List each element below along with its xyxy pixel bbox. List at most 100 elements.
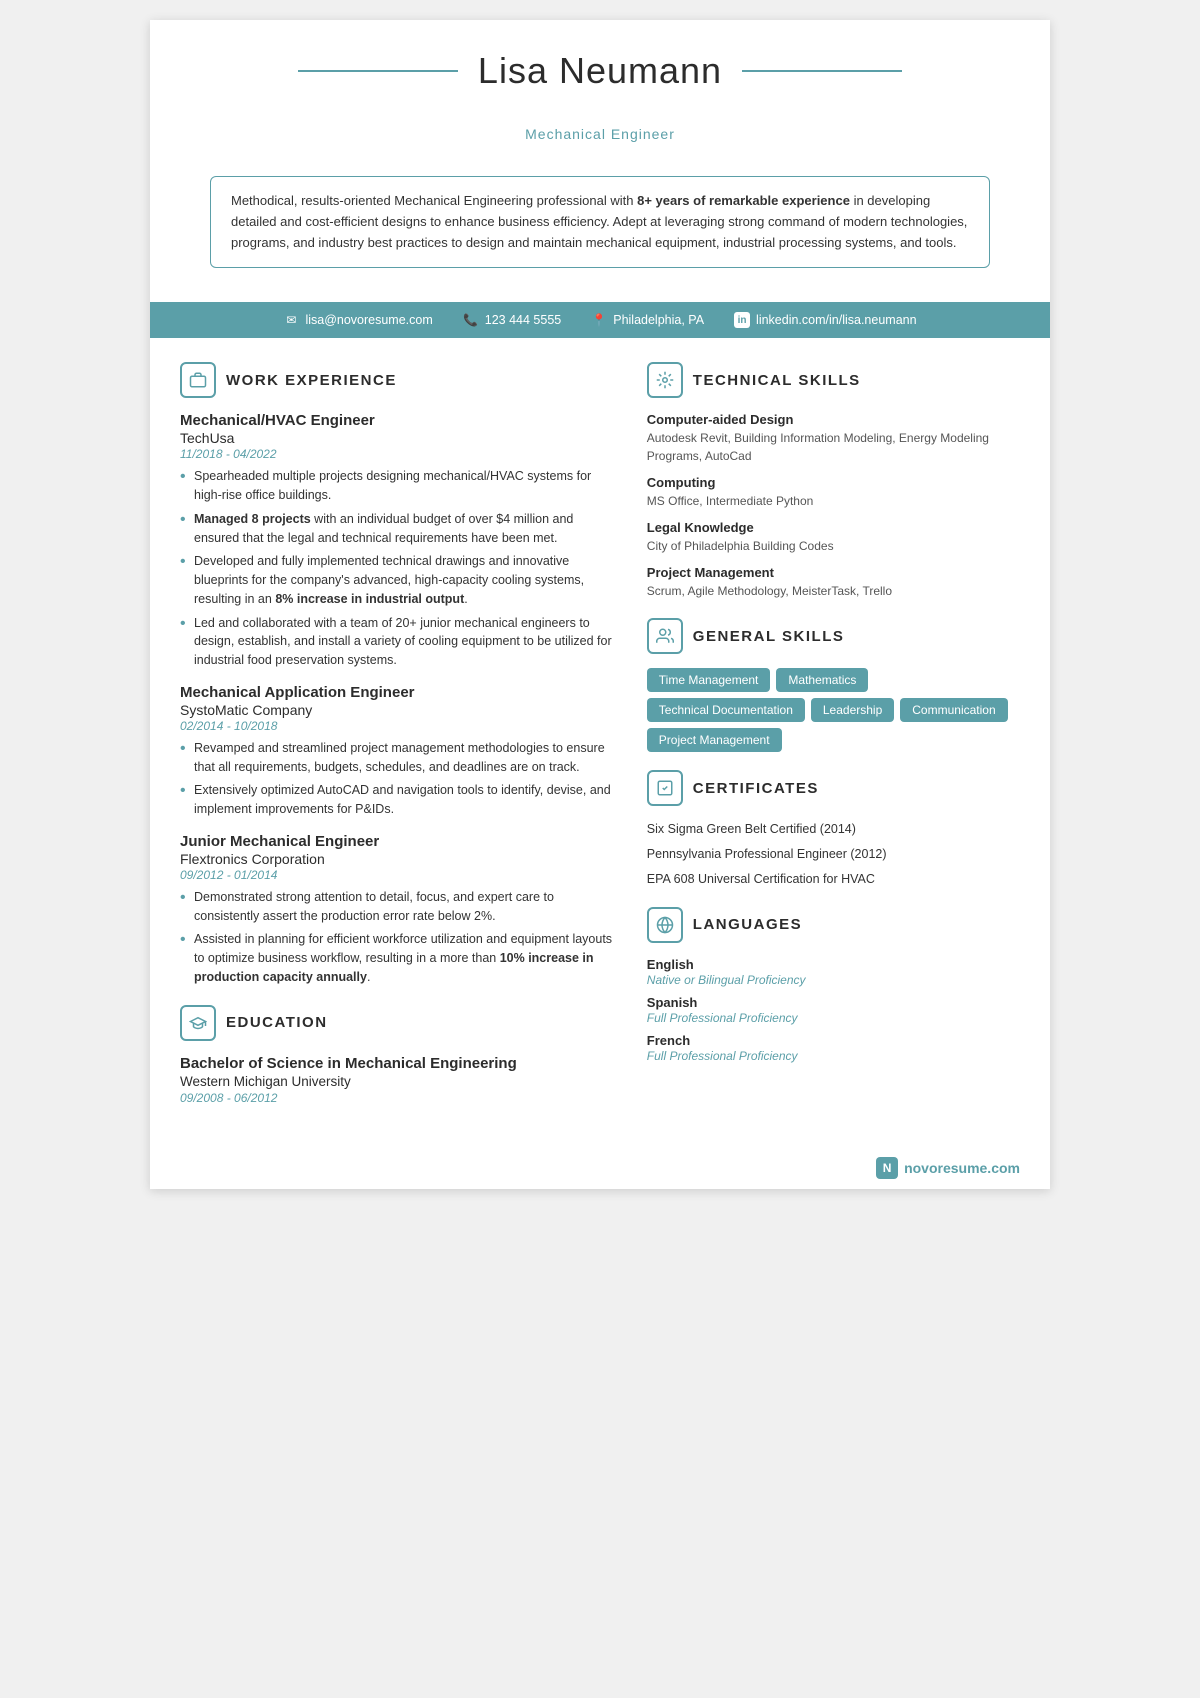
job-3-company: Flextronics Corporation (180, 851, 617, 867)
lang-3: French Full Professional Proficiency (647, 1033, 1020, 1063)
job-3: Junior Mechanical Engineer Flextronics C… (180, 833, 617, 987)
lang-3-level: Full Professional Proficiency (647, 1049, 1020, 1063)
header-left-line (298, 70, 458, 72)
right-column: TECHNICAL SKILLS Computer-aided Design A… (647, 362, 1020, 1122)
skill-3-desc: City of Philadelphia Building Codes (647, 537, 1020, 555)
main-content: WORK EXPERIENCE Mechanical/HVAC Engineer… (150, 338, 1050, 1146)
cert-1: Six Sigma Green Belt Certified (2014) (647, 820, 1020, 839)
lang-1-level: Native or Bilingual Proficiency (647, 973, 1020, 987)
tag-communication: Communication (900, 698, 1007, 722)
edu-1-degree: Bachelor of Science in Mechanical Engine… (180, 1055, 617, 1072)
languages-icon (647, 907, 683, 943)
job-2-bullets: Revamped and streamlined project managem… (180, 739, 617, 819)
job-1-bullet-2: Managed 8 projects with an individual bu… (180, 510, 617, 548)
job-2-bullet-1: Revamped and streamlined project managem… (180, 739, 617, 777)
tag-leadership: Leadership (811, 698, 894, 722)
tag-mathematics: Mathematics (776, 668, 868, 692)
skill-2: Computing MS Office, Intermediate Python (647, 475, 1020, 510)
skill-3: Legal Knowledge City of Philadelphia Bui… (647, 520, 1020, 555)
skill-2-name: Computing (647, 475, 1020, 490)
lang-1-name: English (647, 957, 1020, 972)
job-3-bullet-1: Demonstrated strong attention to detail,… (180, 888, 617, 926)
education-section: EDUCATION Bachelor of Science in Mechani… (180, 1005, 617, 1105)
work-experience-header: WORK EXPERIENCE (180, 362, 617, 398)
general-skills-header: GENERAL SKILLS (647, 618, 1020, 654)
location-icon: 📍 (591, 312, 607, 328)
education-title: EDUCATION (226, 1014, 328, 1031)
left-column: WORK EXPERIENCE Mechanical/HVAC Engineer… (180, 362, 617, 1122)
tag-time-management: Time Management (647, 668, 771, 692)
cert-2: Pennsylvania Professional Engineer (2012… (647, 845, 1020, 864)
tag-project-management: Project Management (647, 728, 782, 752)
skill-4-name: Project Management (647, 565, 1020, 580)
candidate-name: Lisa Neumann (478, 50, 722, 92)
job-1-dates: 11/2018 - 04/2022 (180, 447, 617, 461)
certificates-title: CERTIFICATES (693, 780, 819, 797)
edu-1-school: Western Michigan University (180, 1074, 617, 1089)
contact-phone: 📞 123 444 5555 (463, 312, 561, 328)
languages-title: LANGUAGES (693, 916, 802, 933)
contact-email: ✉ lisa@novoresume.com (283, 312, 432, 328)
linkedin-icon: in (734, 312, 750, 328)
technical-skills-title: TECHNICAL SKILLS (693, 372, 861, 389)
contact-bar: ✉ lisa@novoresume.com 📞 123 444 5555 📍 P… (150, 302, 1050, 338)
brand-icon: N (876, 1157, 898, 1179)
education-header: EDUCATION (180, 1005, 617, 1041)
skill-2-desc: MS Office, Intermediate Python (647, 492, 1020, 510)
phone-icon: 📞 (463, 312, 479, 328)
work-experience-section: WORK EXPERIENCE Mechanical/HVAC Engineer… (180, 362, 617, 986)
job-3-bullet-2: Assisted in planning for efficient workf… (180, 930, 617, 986)
job-1: Mechanical/HVAC Engineer TechUsa 11/2018… (180, 412, 617, 670)
job-3-title: Junior Mechanical Engineer (180, 833, 617, 850)
contact-linkedin: in linkedin.com/in/lisa.neumann (734, 312, 917, 328)
certificates-section: CERTIFICATES Six Sigma Green Belt Certif… (647, 770, 1020, 888)
job-1-bullet-4: Led and collaborated with a team of 20+ … (180, 614, 617, 670)
technical-skills-header: TECHNICAL SKILLS (647, 362, 1020, 398)
summary-text: Methodical, results-oriented Mechanical … (231, 193, 967, 250)
job-1-bullet-1: Spearheaded multiple projects designing … (180, 467, 617, 505)
job-2-title: Mechanical Application Engineer (180, 684, 617, 701)
tag-technical-documentation: Technical Documentation (647, 698, 805, 722)
novoresume-brand: N novoresume.com (876, 1157, 1020, 1179)
header-right-line (742, 70, 902, 72)
edu-1: Bachelor of Science in Mechanical Engine… (180, 1055, 617, 1105)
lang-2: Spanish Full Professional Proficiency (647, 995, 1020, 1025)
contact-location: 📍 Philadelphia, PA (591, 312, 704, 328)
education-icon (180, 1005, 216, 1041)
job-3-bullets: Demonstrated strong attention to detail,… (180, 888, 617, 987)
summary-box: Methodical, results-oriented Mechanical … (210, 176, 990, 268)
lang-2-level: Full Professional Proficiency (647, 1011, 1020, 1025)
languages-header: LANGUAGES (647, 907, 1020, 943)
email-icon: ✉ (283, 312, 299, 328)
job-1-bullet-3: Developed and fully implemented technica… (180, 552, 617, 608)
resume-wrapper: Lisa Neumann Mechanical Engineer Methodi… (150, 20, 1050, 1189)
job-2: Mechanical Application Engineer SystoMat… (180, 684, 617, 819)
candidate-title: Mechanical Engineer (210, 96, 990, 162)
job-1-company: TechUsa (180, 430, 617, 446)
general-skills-tags: Time Management Mathematics Technical Do… (647, 668, 1020, 752)
certificates-header: CERTIFICATES (647, 770, 1020, 806)
lang-3-name: French (647, 1033, 1020, 1048)
footer: N novoresume.com (150, 1147, 1050, 1189)
work-icon (180, 362, 216, 398)
technical-skills-section: TECHNICAL SKILLS Computer-aided Design A… (647, 362, 1020, 600)
job-3-dates: 09/2012 - 01/2014 (180, 868, 617, 882)
certificates-icon (647, 770, 683, 806)
work-experience-title: WORK EXPERIENCE (226, 372, 397, 389)
technical-skills-icon (647, 362, 683, 398)
general-skills-title: GENERAL SKILLS (693, 628, 845, 645)
lang-2-name: Spanish (647, 995, 1020, 1010)
job-2-bullet-2: Extensively optimized AutoCAD and naviga… (180, 781, 617, 819)
cert-3: EPA 608 Universal Certification for HVAC (647, 870, 1020, 889)
job-2-company: SystoMatic Company (180, 702, 617, 718)
header-name-row: Lisa Neumann (210, 50, 990, 92)
skill-3-name: Legal Knowledge (647, 520, 1020, 535)
brand-name: novoresume.com (904, 1160, 1020, 1176)
skill-1: Computer-aided Design Autodesk Revit, Bu… (647, 412, 1020, 465)
general-skills-icon (647, 618, 683, 654)
edu-1-dates: 09/2008 - 06/2012 (180, 1091, 617, 1105)
header-section: Lisa Neumann Mechanical Engineer Methodi… (150, 20, 1050, 288)
lang-1: English Native or Bilingual Proficiency (647, 957, 1020, 987)
languages-section: LANGUAGES English Native or Bilingual Pr… (647, 907, 1020, 1063)
skill-4-desc: Scrum, Agile Methodology, MeisterTask, T… (647, 582, 1020, 600)
